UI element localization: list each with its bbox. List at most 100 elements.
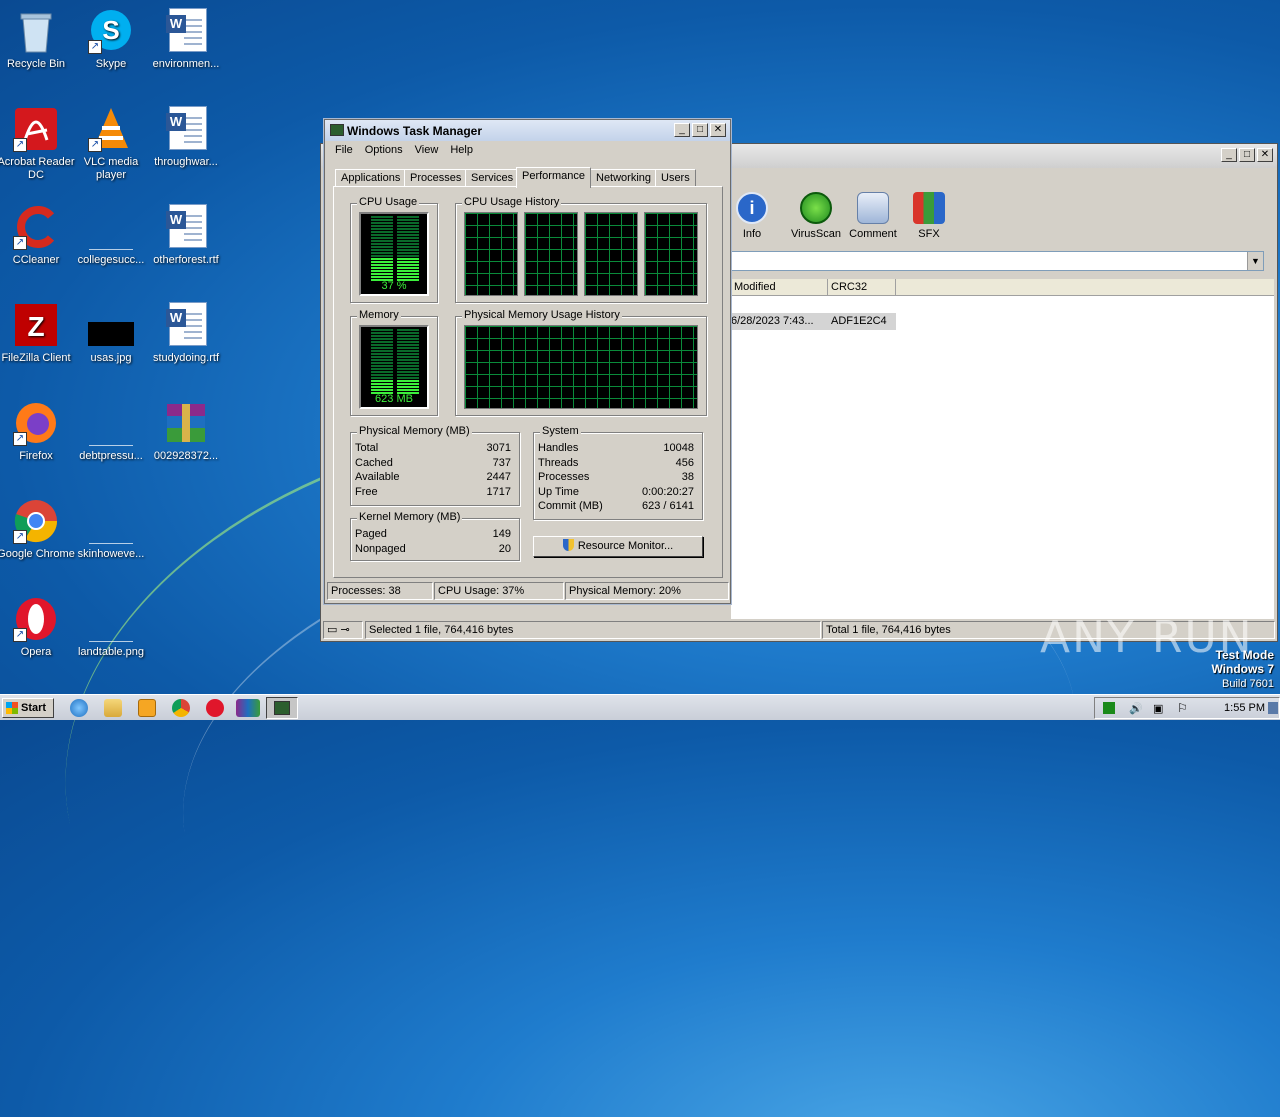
show-desktop-icon[interactable]: [1268, 702, 1278, 714]
task-manager-titlebar[interactable]: Windows Task Manager _ □ ✕: [325, 120, 730, 141]
toolbar-comment-button[interactable]: Comment: [845, 192, 901, 240]
meter-segment: [371, 344, 393, 346]
drive-icon: ▭ ⊸: [323, 621, 363, 639]
desktop-icon-otherforest[interactable]: W otherforest.rtf: [146, 204, 226, 267]
tab-applications[interactable]: Applications: [335, 169, 407, 187]
resource-monitor-button[interactable]: Resource Monitor...: [533, 536, 703, 557]
column-header-modified[interactable]: Modified: [731, 279, 828, 296]
meter-segment: [397, 219, 419, 221]
menu-view[interactable]: View: [409, 141, 445, 161]
network-icon[interactable]: [1103, 702, 1115, 714]
meter-segment: [371, 246, 393, 248]
desktop-icon-collegesucc[interactable]: collegesucc...: [71, 204, 151, 267]
desktop-icon-ccleaner[interactable]: ↗ CCleaner: [0, 204, 76, 267]
tab-processes[interactable]: Processes: [404, 169, 468, 187]
tab-users[interactable]: Users: [655, 169, 696, 187]
toolbar-info-button[interactable]: i Info: [724, 192, 780, 240]
cpu-usage-group: CPU Usage 37 %: [350, 196, 438, 303]
stat-row: Threads 456: [538, 457, 694, 469]
meter-segment: [397, 335, 419, 337]
chrome-icon[interactable]: [172, 699, 190, 717]
meter-segment: [397, 356, 419, 358]
desktop-icon-environmen[interactable]: W environmen...: [146, 8, 226, 71]
meter-segment: [397, 380, 419, 382]
meter-segment: [397, 225, 419, 227]
firefox-icon: ↗: [13, 400, 59, 446]
tab-services[interactable]: Services: [465, 169, 520, 187]
memory-value: 623 MB: [375, 393, 413, 405]
toolbar-virusscan-button[interactable]: VirusScan: [788, 192, 844, 240]
ie-icon[interactable]: [70, 699, 88, 717]
build-text: Build 7601: [1222, 678, 1274, 690]
volume-icon[interactable]: 🔊: [1129, 702, 1143, 715]
opera-icon[interactable]: [206, 699, 224, 717]
meter-segment: [397, 362, 419, 364]
tab-performance[interactable]: Performance: [516, 167, 591, 188]
meter-segment: [371, 273, 393, 275]
media-player-icon[interactable]: [138, 699, 156, 717]
desktop-icon-firefox[interactable]: ↗ Firefox: [0, 400, 76, 463]
desktop-icon-recycle-bin[interactable]: Recycle Bin: [0, 8, 76, 71]
tab-networking[interactable]: Networking: [590, 169, 658, 187]
start-button[interactable]: Start: [2, 698, 54, 718]
menu-file[interactable]: File: [329, 141, 359, 161]
desktop-icon-landtable[interactable]: landtable.png: [71, 596, 151, 659]
desktop-icon-debtpressu[interactable]: debtpressu...: [71, 400, 151, 463]
meter-segment: [371, 338, 393, 340]
explorer-icon[interactable]: [104, 699, 122, 717]
flag-icon[interactable]: ⚐: [1177, 701, 1188, 715]
menu-help[interactable]: Help: [444, 141, 479, 161]
desktop-icon-throughwar[interactable]: W throughwar...: [146, 106, 226, 169]
meter-segment: [371, 222, 393, 224]
status-processes: Processes: 38: [327, 582, 433, 600]
maximize-button[interactable]: □: [692, 123, 708, 137]
desktop-icon-filezilla[interactable]: Z FileZilla Client: [0, 302, 76, 365]
svg-text:S: S: [102, 15, 119, 45]
clock[interactable]: 1:55 PM: [1224, 702, 1265, 714]
desktop-icon-studydoing[interactable]: W studydoing.rtf: [146, 302, 226, 365]
winrar-icon[interactable]: [236, 699, 260, 717]
close-button[interactable]: ✕: [1257, 148, 1273, 162]
column-header-crc32[interactable]: CRC32: [828, 279, 896, 296]
list-item[interactable]: 6/28/2023 7:43... ADF1E2C4: [731, 313, 896, 330]
minimize-button[interactable]: _: [1221, 148, 1237, 162]
desktop-icon-skinhoweve[interactable]: skinhoweve...: [71, 498, 151, 561]
stat-row: Commit (MB) 623 / 6141: [538, 500, 694, 512]
meter-segment: [371, 237, 393, 239]
desktop-icon-winrar-archive[interactable]: 002928372...: [146, 400, 226, 463]
word-document-icon: W: [166, 106, 207, 150]
desktop-icon-skype[interactable]: S ↗ Skype: [71, 8, 151, 71]
desktop-icon-acrobat[interactable]: ↗ Acrobat Reader DC: [0, 106, 76, 182]
device-icon[interactable]: ▣: [1153, 702, 1163, 715]
meter-segment: [397, 273, 419, 275]
cpu-usage-value: 37 %: [381, 280, 407, 292]
menu-options[interactable]: Options: [359, 141, 409, 161]
meter-segment: [371, 365, 393, 367]
meter-segment: [371, 332, 393, 334]
desktop-icon-opera[interactable]: ↗ Opera: [0, 596, 76, 659]
toolbar-sfx-button[interactable]: SFX: [901, 192, 957, 240]
chevron-down-icon[interactable]: ▼: [1247, 252, 1263, 270]
minimize-button[interactable]: _: [674, 123, 690, 137]
memory-group: Memory 623 MB: [350, 309, 438, 416]
file-list[interactable]: Modified CRC32 6/28/2023 7:43... ADF1E2C…: [731, 279, 1274, 619]
desktop-icon-vlc[interactable]: ↗ VLC media player: [71, 106, 151, 182]
path-combo[interactable]: ▼: [731, 251, 1264, 271]
task-manager-window[interactable]: Windows Task Manager _ □ ✕ File Options …: [324, 119, 731, 604]
meter-segment: [371, 368, 393, 370]
meter-segment: [371, 261, 393, 263]
chrome-icon: ↗: [13, 498, 59, 544]
desktop-icon-chrome[interactable]: ↗ Google Chrome: [0, 498, 76, 561]
os-name-text: Windows 7: [1211, 662, 1274, 676]
word-document-icon: W: [166, 204, 207, 248]
meter-segment: [397, 329, 419, 331]
meter-segment: [397, 252, 419, 254]
desktop-icon-usas[interactable]: usas.jpg: [71, 302, 151, 365]
task-manager-taskbar-button[interactable]: [266, 697, 298, 719]
maximize-button[interactable]: □: [1239, 148, 1255, 162]
word-document-icon: W: [166, 8, 207, 52]
memory-meter: 623 MB: [359, 325, 429, 409]
meter-segment: [371, 362, 393, 364]
meter-segment: [397, 374, 419, 376]
close-button[interactable]: ✕: [710, 123, 726, 137]
